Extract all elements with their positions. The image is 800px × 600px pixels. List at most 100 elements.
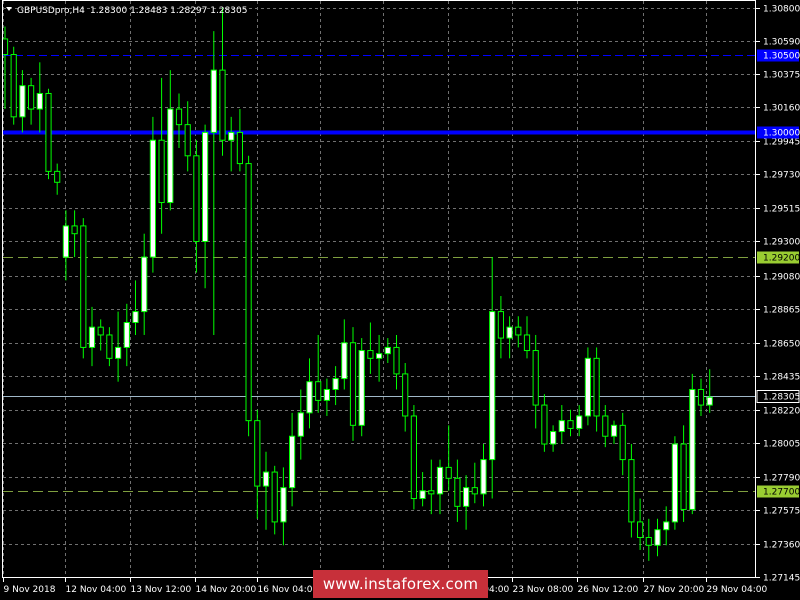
- candle-body-bear: [106, 334, 113, 359]
- candle-body-bear: [193, 155, 200, 242]
- x-tick-label: 27 Nov 20:00: [644, 585, 705, 595]
- candle-body-bear: [428, 490, 435, 495]
- candle-body-bull: [62, 225, 69, 258]
- candle-body-bear: [515, 326, 522, 336]
- candle-body-bear: [80, 225, 87, 348]
- candle: [358, 338, 365, 437]
- x-tick-label: 23 Nov 08:00: [513, 585, 574, 595]
- candle-body-bear: [593, 357, 600, 417]
- candle-body-bull: [610, 424, 618, 437]
- candle-body-bull: [654, 529, 661, 546]
- y-tick-label: 1.30800: [763, 5, 800, 15]
- candle: [149, 116, 157, 273]
- candle-body-bull: [202, 131, 209, 242]
- candle-body-bear: [410, 415, 417, 500]
- candle-body-bear: [567, 420, 574, 429]
- candle-body-bear: [184, 124, 191, 157]
- candle-body-bull: [663, 521, 670, 531]
- candle-body-bull: [280, 487, 287, 523]
- candle-body-bear: [349, 342, 357, 426]
- candle-body-bull: [419, 490, 426, 500]
- level-label: 1.28305: [763, 393, 800, 403]
- candle-body-bull: [289, 435, 296, 489]
- candle-body-bear: [315, 381, 322, 401]
- candle-body-bear: [445, 466, 452, 479]
- candle-body-bear: [471, 487, 478, 495]
- candle-body-bear: [628, 459, 635, 523]
- y-tick-label: 1.27790: [763, 474, 800, 484]
- candle-body-bull: [550, 431, 557, 445]
- candle-body-bear: [158, 139, 165, 204]
- candle-body-bear: [523, 334, 531, 352]
- y-tick-label: 1.28865: [763, 306, 800, 316]
- price-chart[interactable]: 1.30800 1.30590 1.30375 1.30160 1.29945 1.297…: [0, 0, 800, 600]
- candle-body-bull: [149, 139, 157, 258]
- candle-body-bull: [228, 131, 235, 141]
- y-tick-label: 1.27145: [763, 574, 800, 584]
- y-tick-label: 1.30590: [763, 38, 800, 48]
- candle-body-bull: [584, 357, 591, 417]
- candle-body-bull: [297, 412, 304, 437]
- candle-body-bull: [506, 326, 513, 339]
- candle-body-bull: [123, 321, 130, 348]
- candle-body-bear: [97, 326, 104, 336]
- candle-body-bull: [141, 256, 148, 313]
- level-label: 1.30000: [763, 129, 800, 139]
- candle-body-bear: [236, 131, 244, 165]
- candle-body-bull: [576, 415, 583, 429]
- y-tick-label: 1.29730: [763, 171, 800, 181]
- candle-body-bear: [219, 69, 226, 141]
- candle-body-bear: [497, 311, 504, 339]
- y-tick-label: 1.27575: [763, 507, 800, 517]
- candle-body-bear: [645, 536, 652, 546]
- x-tick-label: 13 Nov 12:00: [131, 585, 192, 595]
- y-tick-label: 1.27360: [763, 541, 800, 551]
- candle-body-bull: [384, 346, 391, 355]
- candle-body-bear: [367, 350, 374, 359]
- candle-body-bull: [671, 443, 678, 523]
- candle-body-bear: [532, 350, 539, 406]
- candle-body-bull: [36, 92, 43, 110]
- candle-body-bull: [115, 346, 122, 359]
- y-tick-label: 1.28220: [763, 407, 800, 417]
- y-tick-label: 1.29945: [763, 138, 800, 148]
- candle: [45, 88, 52, 180]
- ohlc-label: 1.28300 1.28483 1.28297 1.28305: [90, 6, 247, 16]
- candle-body-bear: [245, 163, 252, 422]
- candle-body-bear: [10, 54, 17, 118]
- candle-body-bear: [271, 471, 278, 523]
- level-label: 1.27700: [763, 488, 800, 498]
- candle-body-bear: [54, 170, 61, 183]
- candle: [245, 155, 252, 437]
- candle-body-bull: [358, 350, 365, 426]
- candle-body-bull: [332, 378, 339, 390]
- candle: [349, 327, 357, 441]
- x-tick-label: 9 Nov 2018: [4, 585, 56, 595]
- candle-body-bull: [558, 420, 565, 433]
- candle-body-bull: [323, 388, 330, 401]
- candle-body-bear: [393, 346, 400, 375]
- y-tick-label: 1.30375: [763, 71, 800, 81]
- candle-body-bull: [262, 471, 270, 487]
- y-tick-label: 1.28005: [763, 440, 800, 450]
- candle-body-bull: [706, 396, 713, 406]
- candle-body-bear: [602, 415, 609, 437]
- candle-body-bear: [619, 424, 626, 461]
- candle: [689, 373, 696, 515]
- x-tick-label: 26 Nov 12:00: [578, 585, 639, 595]
- x-tick-label: 29 Nov 04:00: [707, 585, 768, 595]
- level-label: 1.29200: [763, 254, 800, 264]
- candle-body-bull: [132, 311, 139, 323]
- candle-body-bull: [436, 466, 444, 495]
- candle-body-bull: [167, 108, 174, 204]
- candle: [80, 218, 87, 359]
- candle-body-bear: [680, 443, 687, 510]
- y-tick-label: 1.29300: [763, 238, 800, 248]
- candle-body-bull: [306, 381, 313, 414]
- candle-body-bull: [689, 388, 696, 510]
- watermark-banner[interactable]: www.instaforex.com: [313, 570, 488, 598]
- candle-body-bear: [175, 108, 183, 126]
- candle-body-bull: [463, 487, 470, 507]
- y-tick-label: 1.29515: [763, 205, 800, 215]
- candle-body-bull: [376, 353, 383, 359]
